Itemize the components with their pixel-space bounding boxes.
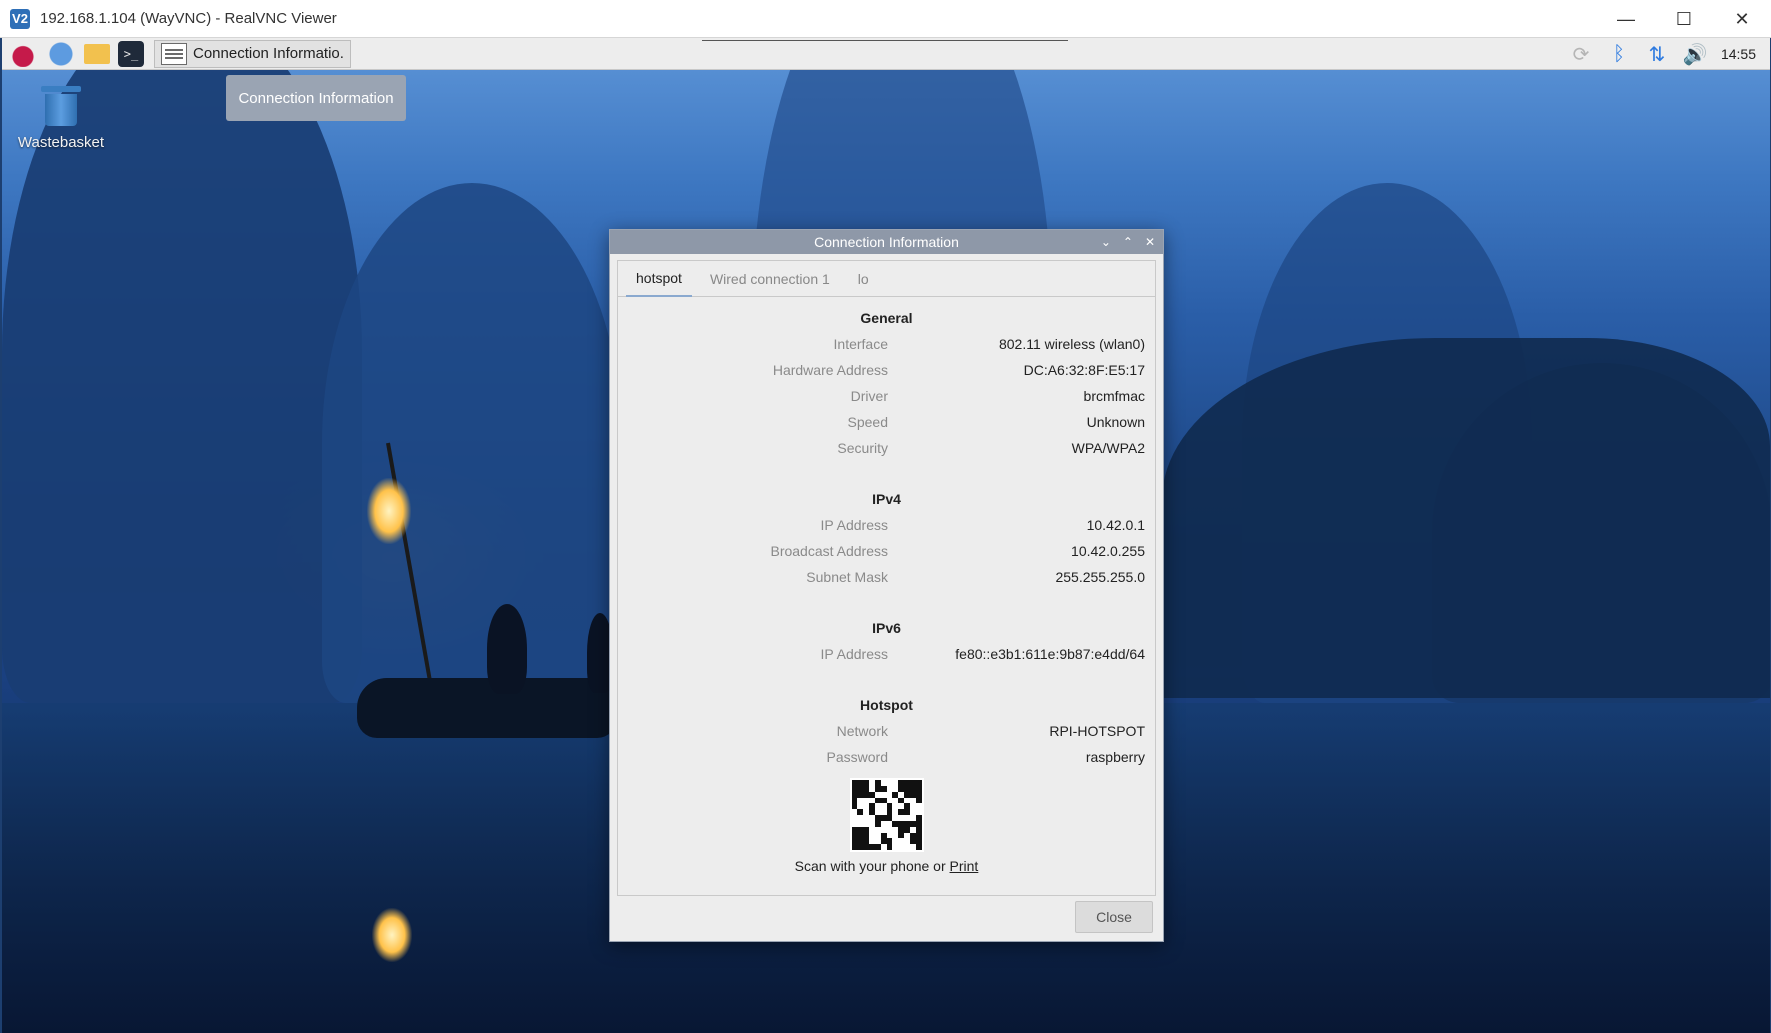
row-label: Subnet Mask <box>806 569 888 585</box>
row-label: IP Address <box>820 517 888 533</box>
print-link[interactable]: Print <box>950 858 979 874</box>
close-window-button[interactable]: ✕ <box>1713 0 1771 38</box>
vnc-window-title: 192.168.1.104 (WayVNC) - RealVNC Viewer <box>40 10 337 27</box>
taskbar-tooltip: Connection Information <box>226 75 406 121</box>
row-value: 10.42.0.255 <box>1071 543 1145 559</box>
info-row: Broadcast Address 10.42.0.255 <box>628 538 1145 564</box>
raspberry-menu-icon[interactable] <box>10 40 36 67</box>
info-row: Security WPA/WPA2 <box>628 435 1145 461</box>
row-label: Hardware Address <box>772 362 888 378</box>
row-label: Security <box>837 440 888 456</box>
dialog-maximize-icon[interactable]: ⌃ <box>1123 235 1133 249</box>
row-label: Driver <box>850 388 888 404</box>
wallpaper-mountain <box>322 183 622 703</box>
row-label: IP Address <box>820 646 888 662</box>
taskbar-window-connection-information[interactable]: Connection Informatio. <box>154 39 351 68</box>
info-row: Subnet Mask 255.255.255.0 <box>628 564 1145 590</box>
scan-instructions: Scan with your phone or Print <box>628 858 1145 874</box>
dialog-titlebar[interactable]: Connection Information ⌄ ⌃ ✕ <box>610 230 1163 254</box>
browser-icon[interactable] <box>48 40 74 67</box>
tab-lo[interactable]: lo <box>848 261 879 297</box>
dialog-title: Connection Information <box>814 234 959 250</box>
tab-content: General Interface 802.11 wireless (wlan0)… <box>618 297 1155 874</box>
desktop-wastebasket[interactable]: Wastebasket <box>16 86 106 151</box>
connection-information-dialog: Connection Information ⌄ ⌃ ✕ hotspot Wir… <box>609 229 1164 942</box>
section-title-ipv4: IPv4 <box>872 491 901 507</box>
clock[interactable]: 14:55 <box>1721 46 1756 62</box>
wallpaper-cormorant <box>487 604 527 694</box>
section-title-hotspot: Hotspot <box>860 697 913 713</box>
bluetooth-icon[interactable]: ᛒ <box>1607 42 1631 66</box>
tab-hotspot[interactable]: hotspot <box>626 261 692 297</box>
taskbar-window-label: Connection Informatio. <box>193 45 344 62</box>
row-value: 10.42.0.1 <box>1086 517 1145 533</box>
network-arrows-icon[interactable]: ⇅ <box>1645 42 1669 66</box>
remote-desktop[interactable]: >_ Connection Informatio. ⟳ ᛒ ⇅ 🔊 14:55 … <box>2 38 1770 1033</box>
row-label: Password <box>826 749 888 765</box>
row-value: WPA/WPA2 <box>1071 440 1145 456</box>
row-value: 802.11 wireless (wlan0) <box>998 336 1145 352</box>
vnc-window-titlebar: V2 192.168.1.104 (WayVNC) - RealVNC View… <box>0 0 1771 38</box>
info-row: Hardware Address DC:A6:32:8F:E5:17 <box>628 357 1145 383</box>
row-label: Network <box>836 723 888 739</box>
terminal-icon[interactable]: >_ <box>118 40 144 67</box>
dialog-notebook: hotspot Wired connection 1 lo General In… <box>617 260 1156 896</box>
scan-text: Scan with your phone or <box>794 858 950 874</box>
row-label: Broadcast Address <box>770 543 888 559</box>
realvnc-logo-icon: V2 <box>10 8 30 29</box>
row-label: Speed <box>847 414 888 430</box>
info-row: Password raspberry <box>628 744 1145 770</box>
row-value: brcmfmac <box>1083 388 1145 404</box>
trash-icon <box>41 86 81 126</box>
wallpaper-trees <box>1162 338 1770 698</box>
row-value: fe80::e3b1:611e:9b87:e4dd/64 <box>955 646 1145 662</box>
info-row: Speed Unknown <box>628 409 1145 435</box>
info-row: Interface 802.11 wireless (wlan0) <box>628 331 1145 357</box>
row-value: RPI-HOTSPOT <box>1049 723 1145 739</box>
file-manager-icon[interactable] <box>84 43 110 64</box>
row-value: Unknown <box>1086 414 1145 430</box>
sync-icon[interactable]: ⟳ <box>1569 42 1593 66</box>
row-value: raspberry <box>1085 749 1145 765</box>
section-title-ipv6: IPv6 <box>872 620 901 636</box>
dialog-close-icon[interactable]: ✕ <box>1145 235 1155 249</box>
taskbar: >_ Connection Informatio. ⟳ ᛒ ⇅ 🔊 14:55 <box>2 38 1770 70</box>
row-value: DC:A6:32:8F:E5:17 <box>1023 362 1145 378</box>
minimize-button[interactable]: — <box>1597 0 1655 38</box>
section-title-general: General <box>860 310 913 326</box>
info-row: IP Address 10.42.0.1 <box>628 512 1145 538</box>
wastebasket-label: Wastebasket <box>17 134 105 151</box>
volume-icon[interactable]: 🔊 <box>1683 42 1708 66</box>
info-row: IP Address fe80::e3b1:611e:9b87:e4dd/64 <box>628 641 1145 667</box>
info-row: Driver brcmfmac <box>628 383 1145 409</box>
hotspot-qr-code <box>849 778 924 852</box>
maximize-button[interactable]: ☐ <box>1655 0 1713 38</box>
wallpaper-lantern <box>367 478 411 544</box>
close-button[interactable]: Close <box>1075 901 1153 933</box>
system-tray: ⟳ ᛒ ⇅ 🔊 14:55 <box>1569 38 1756 70</box>
tab-bar: hotspot Wired connection 1 lo <box>618 261 1155 297</box>
panel-search-field[interactable] <box>702 38 1068 41</box>
dialog-minimize-icon[interactable]: ⌄ <box>1101 235 1111 249</box>
wallpaper-lantern-reflection <box>372 908 412 962</box>
window-icon <box>161 42 187 65</box>
wallpaper-boat <box>357 678 617 738</box>
tab-wired-connection-1[interactable]: Wired connection 1 <box>700 261 840 297</box>
row-label: Interface <box>833 336 888 352</box>
row-value: 255.255.255.0 <box>1055 569 1145 585</box>
info-row: Network RPI-HOTSPOT <box>628 718 1145 744</box>
